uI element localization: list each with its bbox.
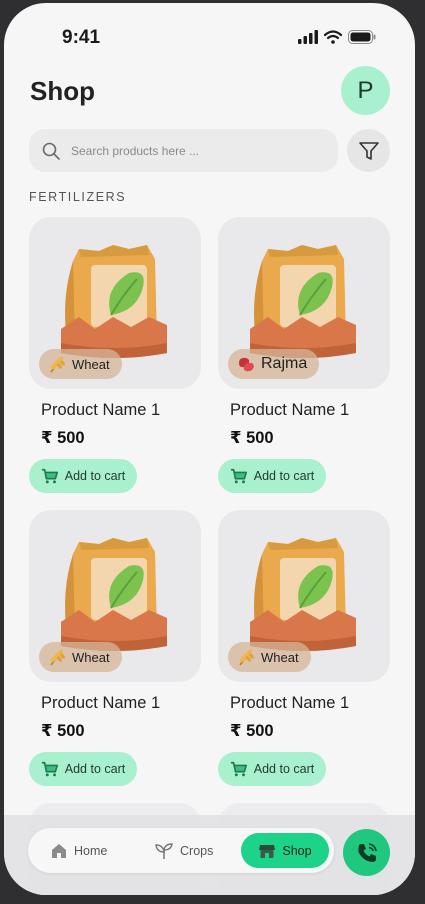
add-to-cart-button[interactable]: Add to cart [29,752,137,786]
crop-tag-label: Wheat [72,356,110,372]
fertilizer-bag-image [51,522,177,662]
crop-tag-label: Rajma [261,355,308,372]
page-title: Shop [30,76,95,106]
sprout-icon [155,842,173,859]
battery-icon [348,30,376,44]
product-name: Product Name 1 [230,401,350,419]
nav-crops-label: Crops [180,843,214,858]
filter-button[interactable] [347,129,390,172]
crop-tag: Wheat [39,349,122,379]
nav-home[interactable]: Home [50,828,107,873]
home-icon [52,843,66,858]
crop-tag: Wheat [228,642,311,672]
bean-icon [236,354,256,374]
fertilizer-bag-image [240,229,366,369]
avatar[interactable]: P [341,66,390,115]
status-icons [298,30,376,44]
search-input[interactable] [69,142,323,159]
product-card[interactable]: Wheat Product Name 1 ₹ 500 Add to cart [218,510,390,800]
product-image[interactable]: Wheat [29,217,201,389]
add-to-cart-button[interactable]: Add to cart [29,459,137,493]
shop-icon [259,844,276,858]
crop-tag-label: Wheat [72,649,110,665]
product-price: ₹ 500 [41,429,85,447]
status-bar: 9:41 [4,3,415,63]
product-name: Product Name 1 [41,694,161,712]
fertilizer-bag-image [240,522,366,662]
product-price: ₹ 500 [230,429,274,447]
phone-screen: 9:41 Shop P Search products here ... FER… [4,3,415,895]
filter-icon [358,141,379,160]
cart-icon [230,467,248,485]
nav-home-label: Home [74,843,108,858]
add-to-cart-label: Add to cart [64,469,126,483]
product-image[interactable]: Wheat [29,510,201,682]
product-price: ₹ 500 [230,722,274,740]
add-to-cart-button[interactable]: Add to cart [218,459,326,493]
product-card[interactable]: Wheat Product Name 1 ₹ 500 Add to cart [29,510,201,800]
nav-shop[interactable]: Shop [241,833,329,868]
section-title: FERTILIZERS [29,190,127,204]
cart-icon [230,760,248,778]
bottom-nav: Home Crops Shop [28,828,334,873]
signal-icon [298,30,318,44]
add-to-cart-button[interactable]: Add to cart [218,752,326,786]
search-bar[interactable] [29,129,338,172]
product-price: ₹ 500 [41,722,85,740]
product-card[interactable]: Wheat Product Name 1 ₹ 500 Add to cart [29,217,201,507]
wifi-icon [324,30,342,44]
product-image[interactable]: Rajma [218,217,390,389]
call-button[interactable] [343,829,390,876]
fertilizer-bag-image [51,229,177,369]
add-to-cart-label: Add to cart [253,762,315,776]
add-to-cart-label: Add to cart [253,469,315,483]
wheat-icon [47,354,67,374]
nav-shop-label: Shop [282,843,312,858]
product-name: Product Name 1 [41,401,161,419]
product-card[interactable]: Rajma Product Name 1 ₹ 500 Add to cart [218,217,390,507]
status-time: 9:41 [62,27,101,48]
search-icon [42,142,60,160]
add-to-cart-label: Add to cart [64,762,126,776]
product-image[interactable]: Wheat [218,510,390,682]
crop-tag: Wheat [39,642,122,672]
cart-icon [41,467,59,485]
product-name: Product Name 1 [230,694,350,712]
phone-call-icon [357,842,377,862]
wheat-icon [236,647,256,667]
wheat-icon [47,647,67,667]
crop-tag-label: Wheat [261,649,299,665]
cart-icon [41,760,59,778]
nav-crops[interactable]: Crops [154,828,213,873]
crop-tag: Rajma [228,349,320,379]
